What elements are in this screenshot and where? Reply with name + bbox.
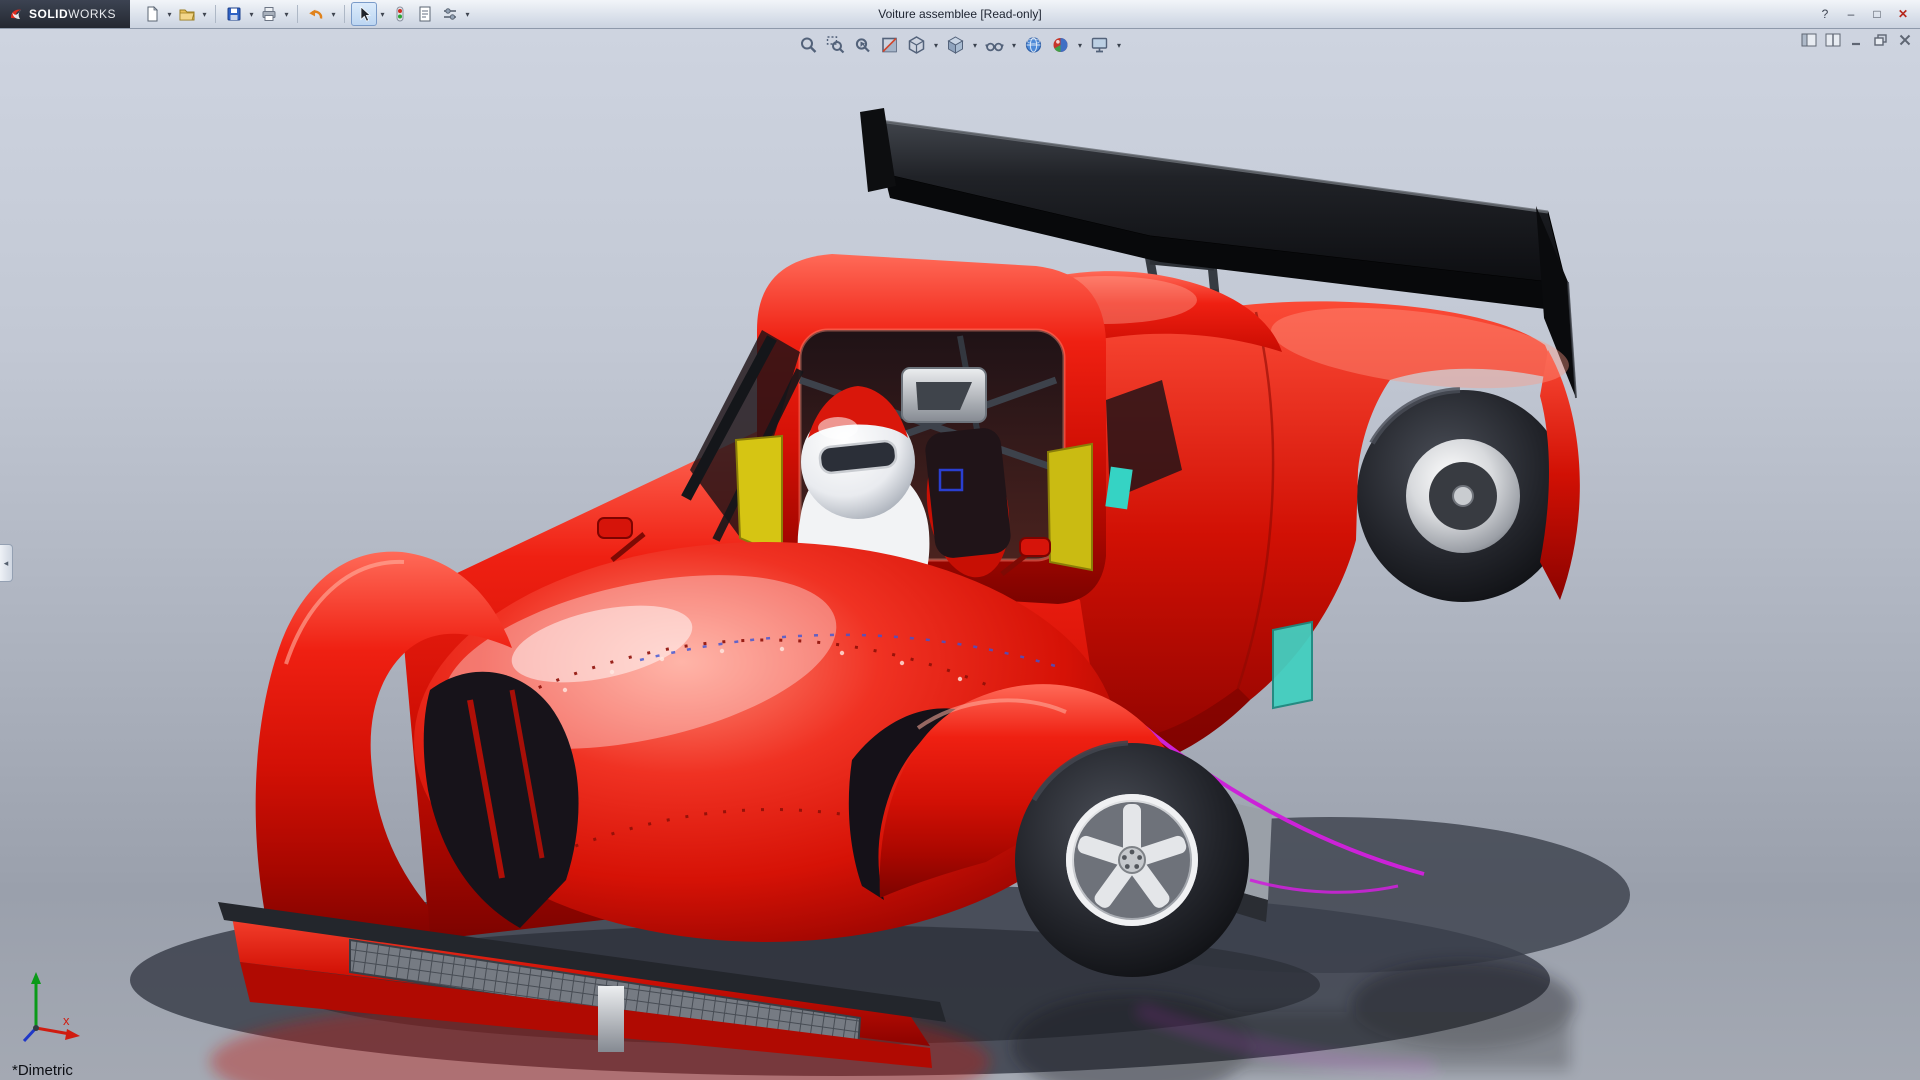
- zoom-to-area-icon: [826, 35, 846, 55]
- dropdown-arrow[interactable]: ▾: [1076, 41, 1085, 50]
- rebuild-button[interactable]: [388, 3, 412, 25]
- hide-show-glasses-icon: [985, 35, 1005, 55]
- select-button[interactable]: [351, 2, 377, 26]
- dropdown-arrow[interactable]: ▾: [971, 41, 980, 50]
- help-button[interactable]: ?: [1814, 5, 1836, 23]
- display-style-button[interactable]: [944, 33, 968, 57]
- minimize-document-button[interactable]: [1848, 32, 1866, 48]
- close-document-button[interactable]: [1896, 32, 1914, 48]
- yellow-panel-left: [736, 436, 782, 556]
- options-sliders-icon: [441, 5, 459, 23]
- solidworks-swirl-icon: [8, 6, 24, 22]
- dropdown-arrow[interactable]: ▾: [247, 10, 256, 19]
- car-model-render: x: [0, 28, 1920, 1080]
- pane-split-button[interactable]: [1824, 32, 1842, 48]
- dropdown-arrow[interactable]: ▾: [463, 10, 472, 19]
- edit-appearance-ball-icon: [1051, 35, 1071, 55]
- maximize-button[interactable]: □: [1866, 5, 1888, 23]
- undo-button[interactable]: [304, 3, 328, 25]
- dropdown-arrow[interactable]: ▾: [378, 10, 387, 19]
- solidworks-logo: SOLIDWORKS: [0, 0, 130, 28]
- dropdown-arrow[interactable]: ▾: [1115, 41, 1124, 50]
- view-settings-button[interactable]: [1088, 33, 1112, 57]
- pane-left-button[interactable]: [1800, 32, 1818, 48]
- dropdown-arrow[interactable]: ▾: [329, 10, 338, 19]
- new-document-icon: [143, 5, 161, 23]
- dropdown-arrow[interactable]: ▾: [1010, 41, 1019, 50]
- pane-left-icon: [1801, 33, 1817, 47]
- open-button[interactable]: [175, 3, 199, 25]
- view-orientation-cube-icon: [907, 35, 927, 55]
- heads-up-view-toolbar: ▾ ▾ ▾: [797, 33, 1124, 57]
- triad-x-label: x: [63, 1013, 70, 1028]
- save-icon: [225, 5, 243, 23]
- teal-side-window: [1273, 622, 1312, 708]
- front-wheel: [1015, 743, 1249, 977]
- zoom-to-area-button[interactable]: [824, 33, 848, 57]
- standard-toolbar: ▾ ▾ ▾ ▾: [140, 2, 472, 26]
- dropdown-arrow[interactable]: ▾: [282, 10, 291, 19]
- file-properties-button[interactable]: [413, 3, 437, 25]
- titlebar: SOLIDWORKS ▾ ▾ ▾: [0, 0, 1920, 29]
- options-button[interactable]: [438, 3, 462, 25]
- pane-split-icon: [1825, 33, 1841, 47]
- view-orientation-button[interactable]: [905, 33, 929, 57]
- zoom-to-fit-button[interactable]: [797, 33, 821, 57]
- reference-triad: x: [24, 972, 80, 1041]
- section-view-icon: [880, 35, 900, 55]
- select-cursor-icon: [355, 5, 373, 23]
- yellow-panel-right: [1048, 444, 1092, 570]
- zoom-to-fit-icon: [799, 35, 819, 55]
- restore-document-icon: [1873, 33, 1889, 47]
- featuremanager-collapse-tab[interactable]: ◂: [0, 544, 13, 582]
- toolbar-separator: [297, 5, 298, 23]
- print-icon: [260, 5, 278, 23]
- save-button[interactable]: [222, 3, 246, 25]
- view-settings-monitor-icon: [1090, 35, 1110, 55]
- restore-document-button[interactable]: [1872, 32, 1890, 48]
- splitter-post: [598, 986, 624, 1052]
- toolbar-separator: [344, 5, 345, 23]
- car-model: [130, 108, 1630, 1080]
- zoom-to-selection-icon: [853, 35, 873, 55]
- section-view-button[interactable]: [878, 33, 902, 57]
- close-document-icon: [1897, 33, 1913, 47]
- rear-wheel: [1357, 390, 1569, 602]
- zoom-to-selection-button[interactable]: [851, 33, 875, 57]
- viewport-3d[interactable]: ▾ ▾ ▾: [0, 28, 1920, 1080]
- view-orientation-label: *Dimetric: [12, 1062, 73, 1079]
- apply-scene-button[interactable]: [1022, 33, 1046, 57]
- window-controls: ? – □ ✕: [1814, 5, 1920, 23]
- close-button[interactable]: ✕: [1892, 5, 1914, 23]
- print-button[interactable]: [257, 3, 281, 25]
- minimize-button[interactable]: –: [1840, 5, 1862, 23]
- hide-show-items-button[interactable]: [983, 33, 1007, 57]
- minimize-document-icon: [1849, 33, 1865, 47]
- toolbar-separator: [215, 5, 216, 23]
- dropdown-arrow[interactable]: ▾: [165, 10, 174, 19]
- new-document-button[interactable]: [140, 3, 164, 25]
- display-style-icon: [946, 35, 966, 55]
- open-folder-icon: [178, 5, 196, 23]
- dropdown-arrow[interactable]: ▾: [200, 10, 209, 19]
- edit-appearance-button[interactable]: [1049, 33, 1073, 57]
- rebuild-traffic-icon: [391, 5, 409, 23]
- undo-icon: [307, 5, 325, 23]
- apply-scene-globe-icon: [1024, 35, 1044, 55]
- brand-name: SOLIDWORKS: [29, 7, 116, 21]
- document-window-controls: [1800, 32, 1914, 48]
- dropdown-arrow[interactable]: ▾: [932, 41, 941, 50]
- file-properties-icon: [416, 5, 434, 23]
